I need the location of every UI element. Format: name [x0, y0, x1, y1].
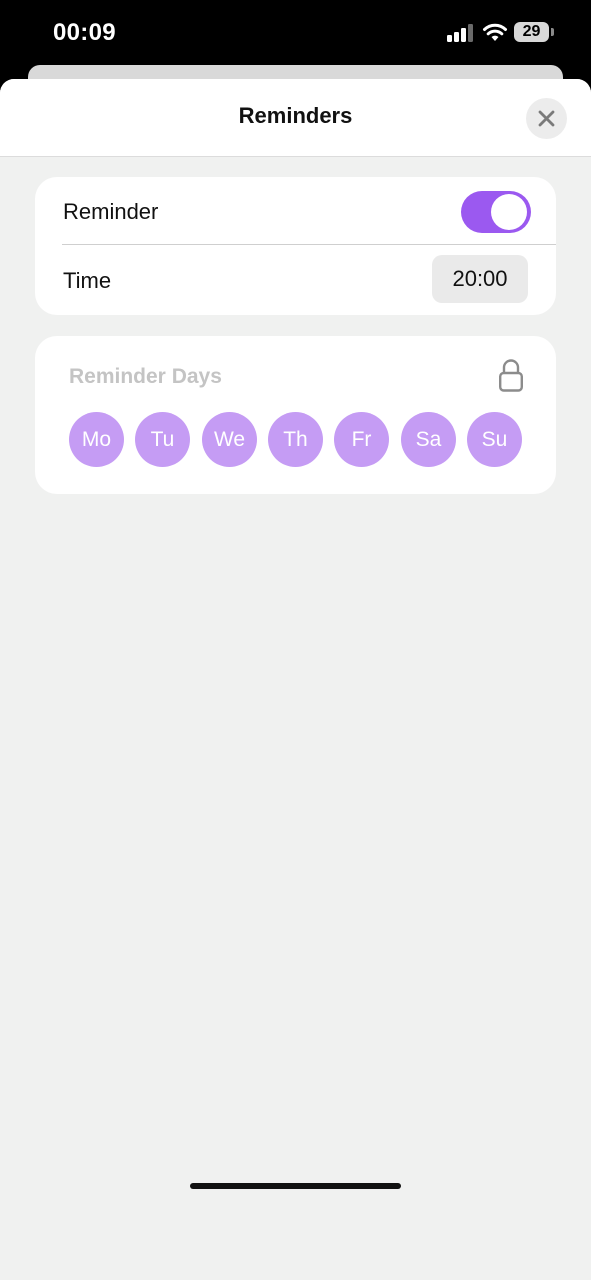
toggle-knob — [491, 194, 527, 230]
day-chip-th[interactable]: Th — [268, 412, 323, 467]
sheet-title: Reminders — [238, 103, 353, 128]
wifi-icon — [482, 22, 508, 42]
reminder-days-title: Reminder Days — [69, 365, 222, 388]
close-icon — [538, 110, 555, 127]
day-chip-mo[interactable]: Mo — [69, 412, 124, 467]
battery-level: 29 — [522, 23, 541, 40]
day-chip-su[interactable]: Su — [467, 412, 522, 467]
divider — [62, 244, 556, 245]
home-indicator — [190, 1183, 401, 1189]
time-picker[interactable]: 20:00 — [432, 255, 528, 303]
status-bar: 00:09 29 — [0, 0, 591, 66]
close-button[interactable] — [526, 98, 567, 139]
reminder-toggle[interactable] — [461, 191, 531, 233]
time-label: Time — [63, 268, 112, 293]
reminder-days-card: Reminder Days Mo Tu We Th Fr Sa Su — [35, 336, 556, 494]
day-chip-tu[interactable]: Tu — [135, 412, 190, 467]
day-chip-fr[interactable]: Fr — [334, 412, 389, 467]
days-row: Mo Tu We Th Fr Sa Su — [69, 412, 529, 468]
day-chip-we[interactable]: We — [202, 412, 257, 467]
reminders-sheet: Reminders Reminder Time 20:00 Reminder D… — [0, 79, 591, 1280]
signal-icon — [447, 24, 475, 42]
reminder-label: Reminder — [63, 199, 159, 224]
battery-icon: 29 — [514, 22, 556, 44]
lock-icon — [498, 358, 524, 392]
battery-tip — [551, 28, 554, 36]
sheet-header: Reminders — [0, 79, 591, 157]
status-time: 00:09 — [53, 19, 116, 46]
reminder-card: Reminder Time 20:00 — [35, 177, 556, 315]
day-chip-sa[interactable]: Sa — [401, 412, 456, 467]
